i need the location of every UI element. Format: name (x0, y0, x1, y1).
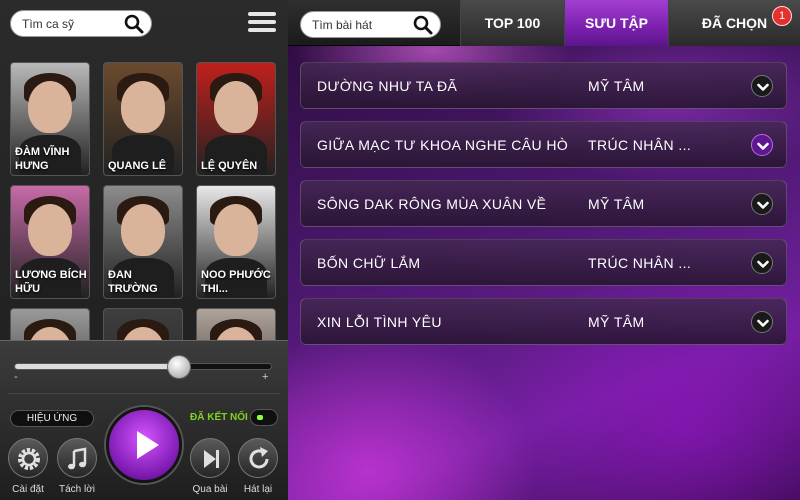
replay-button[interactable] (238, 438, 278, 478)
replay-label: Hát lại (243, 484, 273, 495)
song-row[interactable]: SÔNG DAK RÔNG MÙA XUÂN VỀ MỸ TÂM (300, 180, 787, 227)
singer-card[interactable]: NOO PHƯỚC THI... (196, 185, 276, 299)
singer-name: QUANG LÊ (108, 160, 167, 172)
singer-grid: ĐÀM VĨNH HƯNG QUANG LÊ LỆ QUYÊN LƯƠNG BÍCH … (0, 52, 288, 422)
chevron-down-icon[interactable] (751, 193, 773, 215)
singer-search-input[interactable]: Tìm ca sỹ (10, 10, 152, 37)
replay-icon (249, 447, 269, 469)
song-title: DƯỜNG NHƯ TA ĐÃ (317, 78, 458, 94)
singer-card[interactable]: QUANG LÊ (103, 62, 183, 176)
singer-photo-face (214, 204, 258, 256)
play-button[interactable] (106, 407, 182, 483)
play-icon (137, 431, 159, 459)
volume-slider-knob[interactable] (166, 355, 191, 379)
song-row[interactable]: DƯỜNG NHƯ TA ĐÃ MỸ TÂM (300, 62, 787, 109)
music-note-icon (68, 447, 87, 470)
singer-card[interactable]: ĐÀM VĨNH HƯNG (10, 62, 90, 176)
chevron-down-icon[interactable] (751, 75, 773, 97)
song-row[interactable]: XIN LỖI TÌNH YÊU MỸ TÂM (300, 298, 787, 345)
singer-photo-face (121, 204, 165, 256)
settings-label: Cài đặt (12, 484, 44, 495)
gear-icon (18, 448, 40, 470)
divider (8, 393, 280, 394)
singer-photo-face (28, 204, 72, 256)
settings-button[interactable] (8, 438, 48, 478)
volume-slider-fill (15, 364, 179, 369)
song-title: SÔNG DAK RÔNG MÙA XUÂN VỀ (317, 196, 547, 212)
singer-name: LỆ QUYÊN (201, 160, 258, 172)
effect-button[interactable]: HIỆU ỨNG (10, 410, 94, 427)
song-artist: MỸ TÂM (588, 314, 645, 330)
separate-vocal-label: Tách lời (58, 484, 95, 495)
song-artist: MỸ TÂM (588, 78, 645, 94)
volume-slider[interactable] (14, 355, 272, 379)
skip-button[interactable] (190, 438, 230, 478)
chevron-down-icon[interactable] (751, 134, 773, 156)
song-artist: MỸ TÂM (588, 196, 645, 212)
skip-label: Qua bài (192, 484, 228, 495)
volume-plus-label: + (262, 371, 269, 383)
song-row[interactable]: GIỮA MẠC TƯ KHOA NGHE CÂU HÒ TRÚC NHÂN ..… (300, 121, 787, 168)
singer-name: LƯƠNG BÍCH HỮU (15, 269, 87, 295)
search-icon[interactable] (411, 13, 435, 37)
song-panel: Tìm bài hát TOP 100 SƯU TẬP ĐÃ CHỌN 1 DƯ… (288, 0, 800, 500)
singer-name: ĐÀM VĨNH HƯNG (15, 146, 70, 172)
chevron-down-icon[interactable] (751, 252, 773, 274)
singer-name: NOO PHƯỚC THI... (201, 269, 271, 295)
song-artist: TRÚC NHÂN ... (588, 137, 692, 153)
volume-minus-label: - (14, 371, 18, 383)
song-search-placeholder: Tìm bài hát (312, 17, 373, 32)
separate-vocal-button[interactable] (57, 438, 97, 478)
song-title: XIN LỖI TÌNH YÊU (317, 314, 442, 330)
singer-name: ĐAN TRƯỜNG (108, 269, 158, 295)
song-title: BỐN CHỮ LẮM (317, 255, 421, 271)
song-row[interactable]: BỐN CHỮ LẮM TRÚC NHÂN ... (300, 239, 787, 286)
song-artist: TRÚC NHÂN ... (588, 255, 692, 271)
song-panel-header: Tìm bài hát TOP 100 SƯU TẬP ĐÃ CHỌN 1 (288, 0, 800, 46)
tab-top-100[interactable]: TOP 100 (460, 0, 564, 46)
singer-card[interactable]: ĐAN TRƯỜNG (103, 185, 183, 299)
connection-toggle[interactable] (250, 409, 278, 426)
singer-photo-face (214, 81, 258, 133)
selected-count-badge: 1 (772, 6, 792, 26)
connection-status: ĐÃ KẾT NỐI (190, 412, 248, 423)
song-search-input[interactable]: Tìm bài hát (300, 11, 441, 38)
singer-card[interactable]: LỆ QUYÊN (196, 62, 276, 176)
singer-search-placeholder: Tìm ca sỹ (22, 16, 75, 31)
search-icon[interactable] (122, 12, 146, 36)
singer-card[interactable]: LƯƠNG BÍCH HỮU (10, 185, 90, 299)
player-controls: - + HIỆU ỨNG ĐÃ KẾT NỐI Cài đặt Tách lời (0, 340, 288, 500)
singer-photo-face (121, 81, 165, 133)
chevron-down-icon[interactable] (751, 311, 773, 333)
singer-photo-face (28, 81, 72, 133)
song-title: GIỮA MẠC TƯ KHOA NGHE CÂU HÒ (317, 137, 569, 153)
connection-led-icon (257, 415, 263, 420)
skip-next-icon (204, 450, 219, 468)
singer-panel: Tìm ca sỹ ĐÀM VĨNH HƯNG QUANG LÊ LỆ QUYÊN L… (0, 0, 288, 500)
singer-panel-header: Tìm ca sỹ (0, 0, 288, 48)
tab-collection[interactable]: SƯU TẬP (564, 0, 668, 46)
hamburger-menu-icon[interactable] (248, 12, 276, 36)
